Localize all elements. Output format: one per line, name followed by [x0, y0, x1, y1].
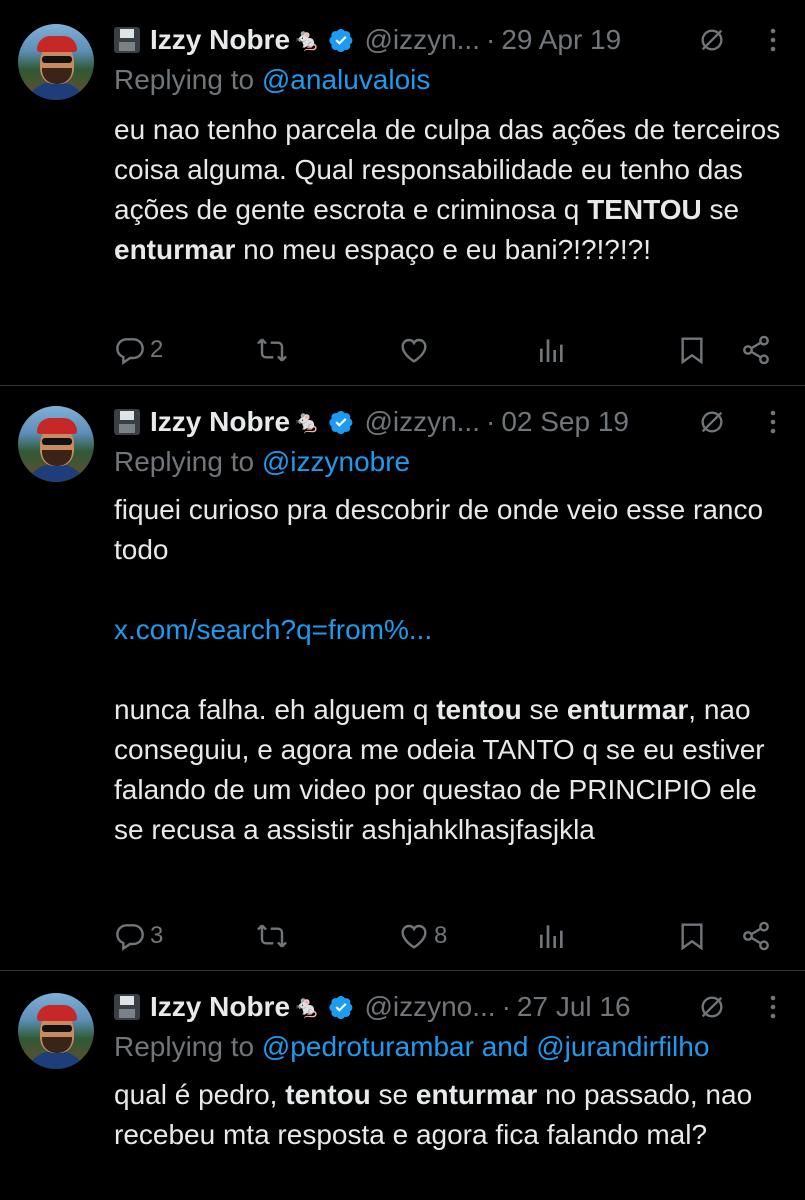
replying-label: Replying to	[114, 446, 262, 477]
like-icon	[401, 338, 427, 363]
replying-joiner: and	[473, 1031, 537, 1062]
reply-count: 3	[150, 922, 164, 949]
retweet-button[interactable]	[256, 916, 288, 956]
share-button[interactable]	[740, 330, 772, 370]
tweet-header: Izzy Nobre 🐁 @izzyn... · 29 Apr 19	[114, 20, 621, 60]
replying-to: Replying to @izzynobre	[114, 446, 410, 478]
replying-label: Replying to	[114, 1031, 262, 1062]
tweet-paragraph: fiquei curioso pra descobrir de onde vei…	[114, 494, 764, 565]
author-handle[interactable]: @izzyno...	[364, 991, 495, 1023]
rat-emoji: 🐁	[293, 27, 321, 52]
author-name[interactable]: Izzy Nobre	[150, 24, 290, 56]
tweet-header: Izzy Nobre 🐁 @izzyn... · 02 Sep 19	[114, 402, 629, 442]
no-reply-icon	[701, 29, 723, 51]
tweet-link[interactable]: x.com/search?q=from%...	[114, 614, 432, 645]
tweet-text: eu nao tenho parcela de culpa das ações …	[114, 110, 784, 270]
tweet-paragraph: nunca falha. eh alguem q tentou se entur…	[114, 694, 765, 845]
verified-badge-icon	[329, 411, 353, 435]
views-icon	[540, 925, 563, 948]
like-button[interactable]	[398, 330, 430, 370]
author-name[interactable]: Izzy Nobre	[150, 991, 290, 1023]
reply-button[interactable]: 2	[114, 330, 163, 370]
share-button[interactable]	[740, 916, 772, 956]
mention-link[interactable]: @jurandirfilho	[536, 1031, 709, 1062]
tweet-paragraph: qual é pedro, tentou se enturmar no pass…	[114, 1079, 753, 1150]
views-button[interactable]	[536, 916, 568, 956]
more-icon[interactable]	[766, 26, 780, 54]
bookmark-button[interactable]	[676, 916, 708, 956]
mention-link[interactable]: @analuvalois	[262, 64, 431, 95]
rat-emoji: 🐁	[293, 994, 321, 1019]
reply-icon	[116, 338, 144, 365]
floppy-disk-emoji	[114, 409, 140, 435]
tweet-date[interactable]: 27 Jul 16	[517, 991, 631, 1023]
reply-count: 2	[150, 336, 164, 363]
tweet-2[interactable]: Izzy Nobre 🐁 @izzyn... · 02 Sep 19 Reply…	[0, 386, 805, 970]
action-bar: 2	[114, 330, 784, 370]
tweet-text: qual é pedro, tentou se enturmar no pass…	[114, 1075, 784, 1155]
more-icon[interactable]	[766, 993, 780, 1021]
share-icon	[743, 335, 769, 365]
reply-icon	[116, 924, 144, 951]
retweet-button[interactable]	[256, 330, 288, 370]
like-count: 8	[434, 922, 448, 949]
tweet-date[interactable]: 02 Sep 19	[501, 406, 629, 438]
floppy-disk-emoji	[114, 994, 140, 1020]
avatar[interactable]	[18, 24, 94, 100]
author-handle[interactable]: @izzyn...	[364, 24, 480, 56]
mention-link[interactable]: @izzynobre	[262, 446, 410, 477]
tweet-paragraph: eu nao tenho parcela de culpa das ações …	[114, 114, 781, 265]
replying-label: Replying to	[114, 64, 262, 95]
bookmark-icon	[681, 923, 703, 951]
separator-dot: ·	[501, 991, 511, 1022]
verified-badge-icon	[329, 29, 353, 53]
action-bar: 3 8	[114, 916, 784, 956]
verified-badge-icon	[329, 996, 353, 1020]
rat-emoji: 🐁	[293, 409, 321, 434]
author-name[interactable]: Izzy Nobre	[150, 406, 290, 438]
retweet-icon	[257, 924, 287, 948]
no-reply-icon	[701, 996, 723, 1018]
author-handle[interactable]: @izzyn...	[364, 406, 480, 438]
replying-to: Replying to @analuvalois	[114, 64, 430, 96]
tweet-1[interactable]: Izzy Nobre 🐁 @izzyn... · 29 Apr 19 Reply…	[0, 0, 805, 385]
no-reply-icon	[701, 411, 723, 433]
reply-button[interactable]: 3	[114, 916, 163, 956]
retweet-icon	[257, 338, 287, 362]
tweet-date[interactable]: 29 Apr 19	[501, 24, 621, 56]
more-icon[interactable]	[766, 408, 780, 436]
replying-to: Replying to @pedroturambar and @jurandir…	[114, 1031, 709, 1063]
tweet-header: Izzy Nobre 🐁 @izzyno... · 27 Jul 16	[114, 987, 631, 1027]
views-button[interactable]	[536, 330, 568, 370]
tweet-text: fiquei curioso pra descobrir de onde vei…	[114, 490, 784, 850]
bookmark-button[interactable]	[676, 330, 708, 370]
separator-dot: ·	[486, 406, 496, 437]
separator-dot: ·	[486, 24, 496, 55]
floppy-disk-emoji	[114, 27, 140, 53]
like-icon	[401, 924, 427, 949]
avatar[interactable]	[18, 993, 94, 1069]
bookmark-icon	[681, 337, 703, 365]
like-button[interactable]: 8	[398, 916, 447, 956]
mention-link[interactable]: @pedroturambar	[262, 1031, 474, 1062]
tweet-3[interactable]: Izzy Nobre 🐁 @izzyno... · 27 Jul 16 Repl…	[0, 971, 805, 1200]
share-icon	[743, 921, 769, 951]
views-icon	[540, 339, 563, 362]
avatar[interactable]	[18, 406, 94, 482]
